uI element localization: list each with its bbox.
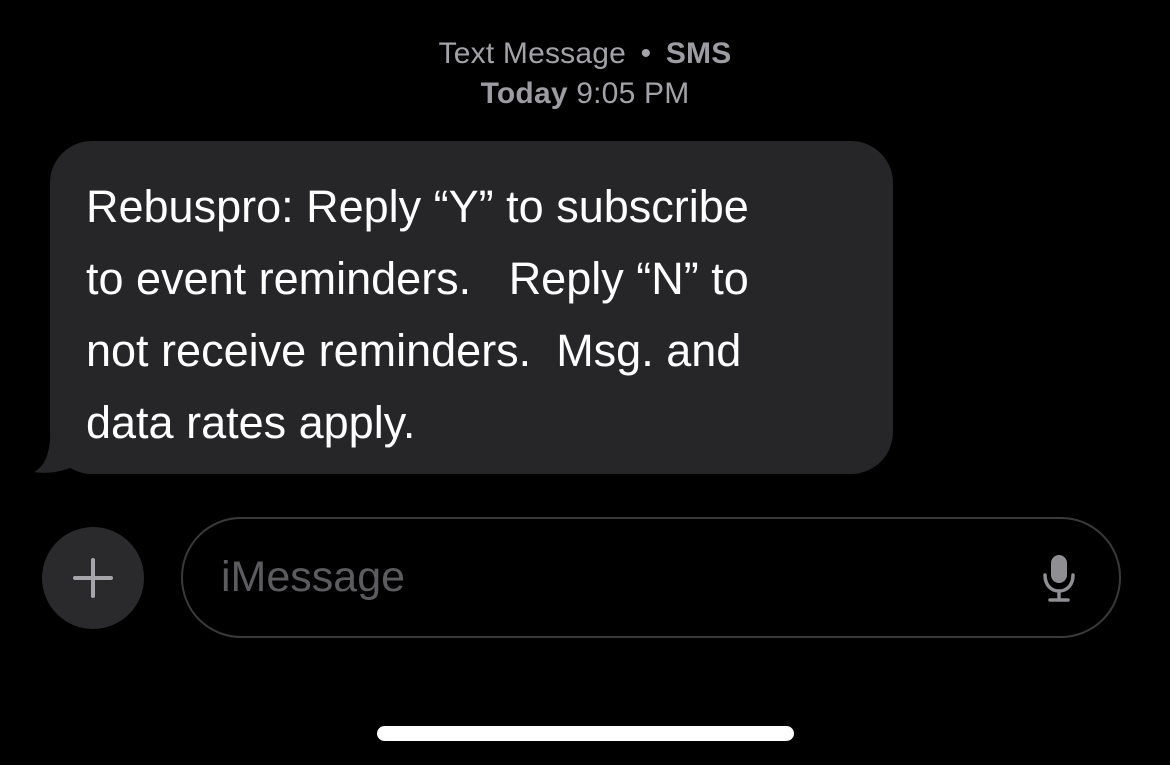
separator-dot: • (640, 37, 652, 70)
conversation-header: Text Message • SMS Today 9:05 PM (0, 34, 1170, 114)
timestamp: Today 9:05 PM (0, 74, 1170, 114)
timestamp-day: Today (480, 77, 568, 110)
incoming-message-bubble[interactable]: Rebuspro: Reply “Y” to subscribe to even… (50, 141, 893, 474)
message-type-text: Text Message (438, 37, 627, 70)
microphone-icon (1043, 554, 1075, 602)
dictation-button[interactable] (1039, 552, 1079, 604)
message-input[interactable] (221, 553, 1039, 602)
message-input-container[interactable] (181, 517, 1121, 638)
plus-icon (73, 558, 113, 598)
service-text: SMS (665, 37, 732, 70)
message-service-label: Text Message • SMS (0, 34, 1170, 74)
home-indicator[interactable] (377, 726, 794, 741)
timestamp-time: 9:05 PM (576, 77, 690, 110)
add-attachment-button[interactable] (42, 527, 144, 629)
message-text: Rebuspro: Reply “Y” to subscribe to even… (86, 181, 749, 448)
